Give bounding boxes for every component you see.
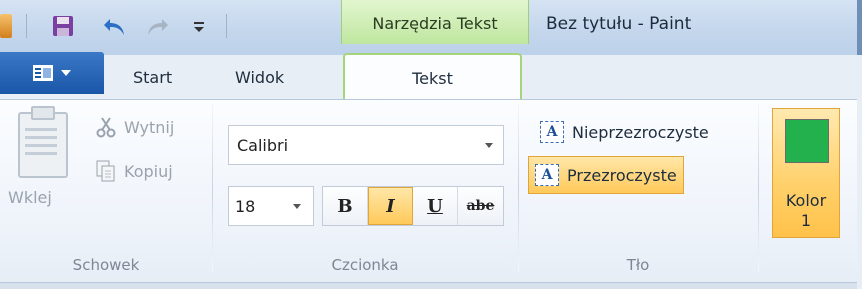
chevron-down-icon bbox=[61, 70, 71, 76]
app-icon[interactable] bbox=[0, 14, 12, 38]
color-swatch bbox=[785, 119, 829, 163]
opaque-button[interactable]: A Nieprzezroczyste bbox=[534, 118, 715, 146]
strikethrough-button[interactable]: abe bbox=[458, 187, 503, 225]
app-menu-button[interactable] bbox=[0, 52, 104, 94]
color1-button[interactable]: Kolor 1 bbox=[772, 108, 840, 238]
paste-icon-lines bbox=[25, 128, 57, 160]
undo-icon[interactable] bbox=[100, 12, 130, 40]
chevron-down-icon bbox=[485, 143, 493, 148]
qat-customize-icon[interactable] bbox=[184, 12, 214, 40]
group-divider bbox=[518, 104, 519, 272]
context-tab-text-tools: Narzędzia Tekst bbox=[341, 0, 529, 44]
copy-button[interactable]: Kopiuj bbox=[96, 160, 173, 182]
transparent-button[interactable]: A Przezroczyste bbox=[528, 156, 684, 194]
background-group-label: Tło bbox=[626, 256, 650, 274]
font-group-label: Czcionka bbox=[331, 256, 399, 274]
paste-button[interactable]: Wklej bbox=[8, 188, 52, 207]
copy-icon bbox=[96, 160, 115, 182]
context-tab-label: Narzędzia Tekst bbox=[372, 14, 498, 33]
window-edge bbox=[857, 0, 862, 55]
scissors-icon bbox=[96, 117, 116, 138]
transparent-label: Przezroczyste bbox=[567, 165, 677, 185]
bold-button[interactable]: B bbox=[323, 187, 368, 225]
font-family-select[interactable]: Calibri bbox=[228, 125, 504, 165]
tab-text-label: Tekst bbox=[412, 69, 453, 88]
group-divider bbox=[758, 104, 759, 272]
font-format-group: B I U abe bbox=[322, 186, 504, 226]
paste-icon-clip bbox=[31, 106, 55, 120]
tab-start[interactable]: Start bbox=[133, 68, 172, 87]
app-menu-icon bbox=[33, 65, 53, 81]
copy-label: Kopiuj bbox=[124, 161, 173, 181]
transparent-text-icon: A bbox=[535, 164, 559, 186]
redo-icon[interactable] bbox=[142, 12, 172, 40]
qat-separator bbox=[226, 14, 227, 38]
clipboard-group-label: Schowek bbox=[72, 256, 140, 274]
qat-separator bbox=[26, 14, 27, 38]
font-size-select[interactable]: 18 bbox=[228, 186, 314, 226]
color1-label-line1: Kolor bbox=[785, 191, 827, 210]
tab-view[interactable]: Widok bbox=[235, 68, 284, 87]
window-title: Bez tytułu - Paint bbox=[546, 14, 692, 34]
save-icon[interactable] bbox=[48, 12, 78, 40]
italic-button[interactable]: I bbox=[368, 187, 413, 225]
cut-label: Wytnij bbox=[124, 117, 175, 137]
underline-button[interactable]: U bbox=[413, 187, 458, 225]
color1-label-line2: 1 bbox=[800, 211, 812, 230]
group-divider bbox=[212, 104, 213, 272]
font-size-value: 18 bbox=[235, 197, 256, 216]
font-family-value: Calibri bbox=[237, 136, 289, 155]
tab-text[interactable]: Tekst bbox=[343, 53, 522, 103]
cut-button[interactable]: Wytnij bbox=[96, 116, 174, 138]
color1-label: Kolor 1 bbox=[773, 191, 839, 231]
chevron-down-icon bbox=[293, 204, 301, 209]
opaque-label: Nieprzezroczyste bbox=[572, 122, 709, 142]
opaque-text-icon: A bbox=[540, 121, 564, 143]
